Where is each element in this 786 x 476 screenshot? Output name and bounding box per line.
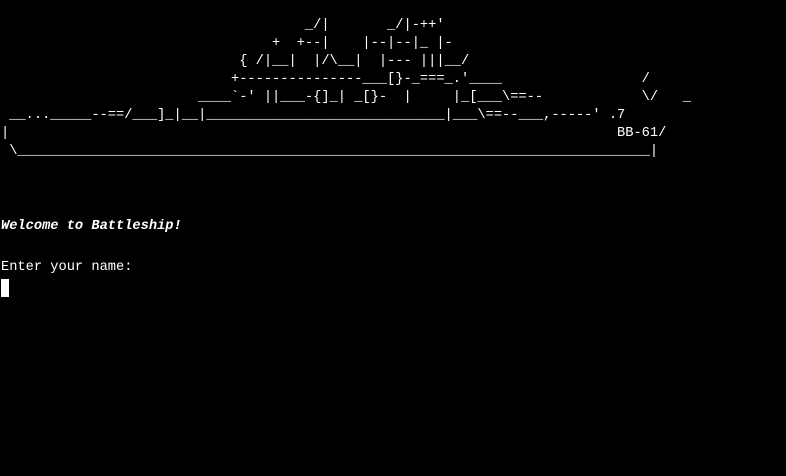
terminal-window[interactable]: _/| _/|-++' + +--| |--|--|_ |- { /|__| |… [0,0,786,476]
battleship-ascii-art: _/| _/|-++' + +--| |--|--|_ |- { /|__| |… [1,18,691,159]
welcome-message: Welcome to Battleship! [1,219,182,234]
text-cursor[interactable] [1,279,9,297]
name-prompt: Enter your name: [1,260,133,275]
